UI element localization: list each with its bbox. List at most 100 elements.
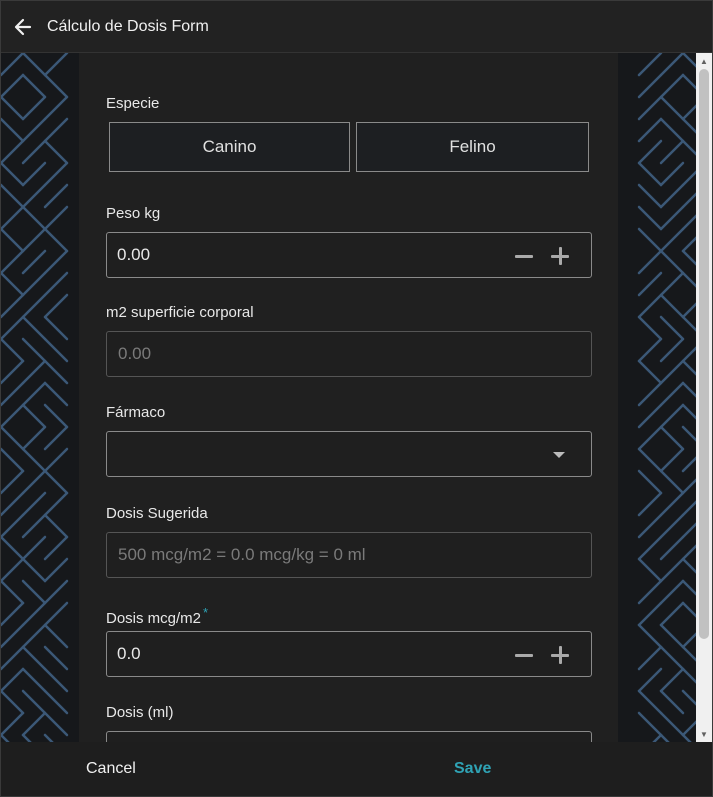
pattern-stroke <box>681 403 696 420</box>
form-window: Cálculo de Dosis Form Especie Canino Fel… <box>0 0 713 797</box>
pattern-stroke <box>43 117 69 143</box>
pattern-stroke <box>43 425 69 451</box>
pattern-stroke <box>659 205 685 231</box>
pattern-stroke <box>659 645 685 671</box>
pattern-stroke <box>21 227 47 253</box>
pattern-stroke <box>681 544 696 561</box>
pattern-stroke <box>659 161 685 187</box>
pattern-stroke <box>43 205 69 231</box>
pattern-stroke <box>659 337 685 363</box>
save-button[interactable]: Save <box>344 742 712 796</box>
pattern-stroke <box>681 381 696 398</box>
pattern-stroke <box>637 205 663 231</box>
pattern-stroke <box>21 425 47 451</box>
farmaco-label: Fármaco <box>106 404 166 421</box>
pattern-stroke <box>21 337 47 363</box>
pattern-stroke <box>681 271 696 288</box>
pattern-stroke <box>21 249 47 275</box>
especie-option-canino[interactable]: Canino <box>109 122 350 172</box>
pattern-stroke <box>681 425 696 442</box>
pattern-stroke <box>43 645 69 671</box>
vertical-scrollbar[interactable]: ▲ ▼ <box>696 53 712 742</box>
pattern-stroke <box>43 491 69 517</box>
pattern-stroke <box>21 73 47 99</box>
farmaco-select[interactable] <box>106 431 592 477</box>
scroll-up-arrow-icon[interactable]: ▲ <box>696 53 712 69</box>
dosis-mcg-stepper <box>513 644 571 666</box>
pattern-stroke <box>681 302 696 319</box>
pattern-stroke <box>1 315 25 341</box>
pattern-stroke <box>21 315 47 341</box>
pattern-stroke <box>1 73 25 99</box>
pattern-stroke <box>681 249 696 266</box>
pattern-stroke <box>1 579 25 605</box>
pattern-stroke <box>681 170 696 187</box>
pattern-stroke <box>659 293 685 319</box>
pattern-stroke <box>659 557 685 583</box>
pattern-stroke <box>681 139 696 156</box>
dosis-mcg-field <box>106 631 592 677</box>
peso-input[interactable] <box>117 233 497 277</box>
pattern-stroke <box>43 381 69 407</box>
pattern-stroke <box>681 104 696 121</box>
pattern-stroke <box>659 579 685 605</box>
pattern-stroke <box>43 359 69 385</box>
arrow-left-icon <box>14 18 32 35</box>
superficie-label: m2 superficie corporal <box>106 304 254 321</box>
pattern-stroke <box>659 469 685 495</box>
scrollbar-thumb[interactable] <box>699 69 709 639</box>
page-title: Cálculo de Dosis Form <box>47 17 209 35</box>
app-header: Cálculo de Dosis Form <box>1 1 712 53</box>
minus-icon[interactable] <box>513 245 535 267</box>
especie-label: Especie <box>106 95 160 112</box>
pattern-stroke <box>43 601 69 627</box>
pattern-stroke <box>21 183 47 209</box>
pattern-stroke <box>1 227 25 253</box>
dosis-ml-field[interactable] <box>106 731 592 742</box>
pattern-stroke <box>659 513 685 539</box>
pattern-stroke <box>681 117 696 134</box>
back-button[interactable] <box>1 1 45 52</box>
pattern-stroke <box>21 381 47 407</box>
pattern-stroke <box>21 667 47 693</box>
cancel-button[interactable]: Cancel <box>1 742 344 796</box>
peso-stepper <box>513 245 571 267</box>
pattern-stroke <box>43 249 69 275</box>
pattern-stroke <box>21 447 47 473</box>
form-footer: Cancel Save <box>1 742 712 796</box>
pattern-stroke <box>43 513 69 539</box>
pattern-stroke <box>1 513 25 539</box>
pattern-stroke <box>659 227 685 253</box>
pattern-stroke <box>637 73 663 99</box>
especie-option-felino[interactable]: Felino <box>356 122 589 172</box>
pattern-stroke <box>21 557 47 583</box>
pattern-stroke <box>43 315 69 341</box>
scroll-down-arrow-icon[interactable]: ▼ <box>696 726 712 742</box>
pattern-stroke <box>1 161 25 187</box>
pattern-stroke <box>21 689 47 715</box>
plus-icon[interactable] <box>549 245 571 267</box>
pattern-stroke <box>659 491 685 517</box>
pattern-stroke <box>681 632 696 649</box>
form-scroll-area[interactable]: Especie Canino Felino Peso kg m2 superfi… <box>1 53 696 742</box>
dosis-sugerida-field: 500 mcg/m2 = 0.0 mcg/kg = 0 ml <box>106 532 592 578</box>
plus-icon[interactable] <box>549 644 571 666</box>
pattern-stroke <box>43 711 69 737</box>
pattern-stroke <box>659 535 685 561</box>
pattern-stroke <box>637 557 663 583</box>
pattern-stroke <box>43 557 69 583</box>
dosis-mcg-input[interactable] <box>117 632 497 676</box>
pattern-stroke <box>1 425 25 451</box>
pattern-stroke <box>637 227 663 253</box>
pattern-stroke <box>659 381 685 407</box>
pattern-stroke <box>1 293 25 319</box>
pattern-stroke <box>1 359 25 385</box>
pattern-stroke <box>1 205 25 231</box>
pattern-stroke <box>1 117 25 143</box>
pattern-stroke <box>637 293 663 319</box>
pattern-stroke <box>637 513 663 539</box>
minus-icon[interactable] <box>513 644 535 666</box>
pattern-stroke <box>681 456 696 473</box>
pattern-stroke <box>637 117 663 143</box>
chevron-down-icon <box>553 452 565 458</box>
